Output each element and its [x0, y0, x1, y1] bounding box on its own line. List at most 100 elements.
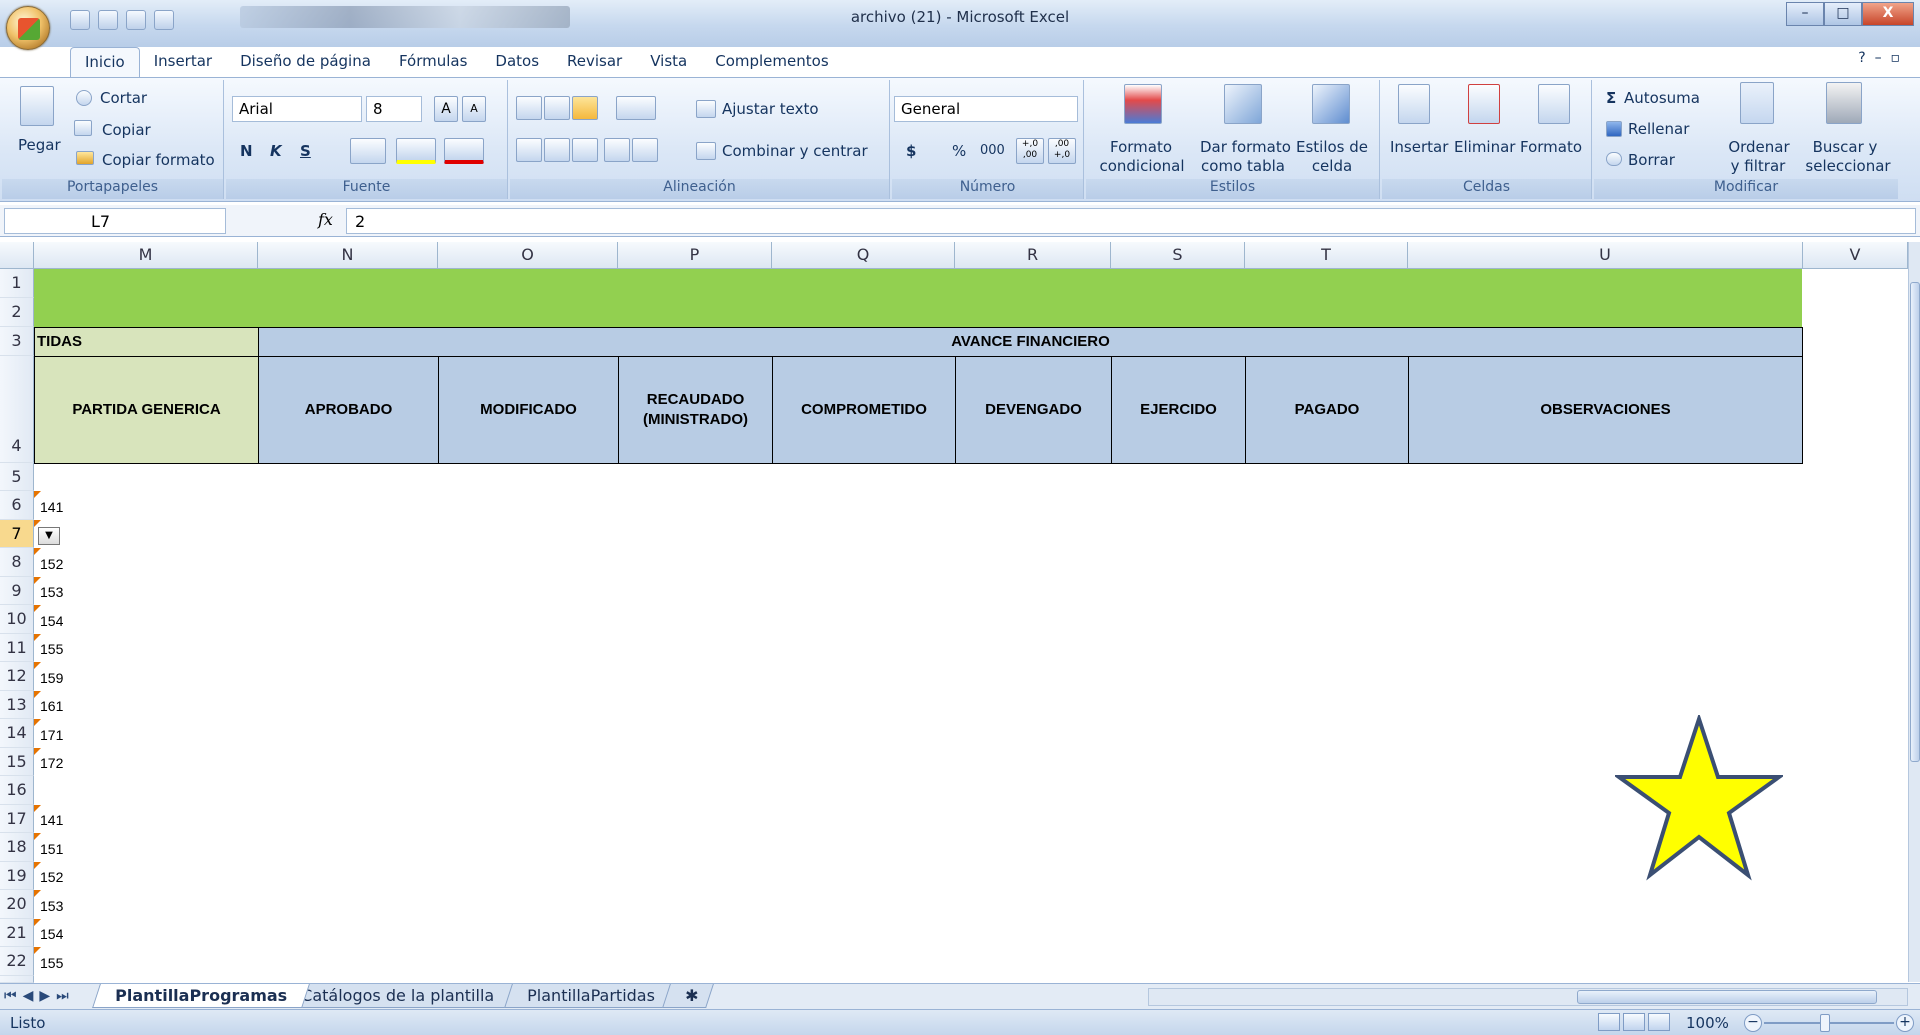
- orientation-icon[interactable]: [616, 96, 656, 120]
- fill-icon[interactable]: [1606, 121, 1622, 137]
- paste-button[interactable]: Pegar: [18, 136, 61, 154]
- borders-icon[interactable]: [350, 138, 386, 164]
- percent-button[interactable]: %: [952, 142, 966, 160]
- cell-value[interactable]: 159: [40, 670, 63, 686]
- row-header[interactable]: 3: [0, 327, 34, 356]
- cell-value[interactable]: 153: [40, 898, 63, 914]
- row-header[interactable]: 8: [0, 548, 34, 577]
- bold-button[interactable]: N: [240, 142, 253, 160]
- sheet-tab-catalogos[interactable]: Catálogos de la plantilla: [278, 984, 517, 1008]
- merge-center-button[interactable]: Combinar y centrar: [722, 142, 868, 160]
- zoom-out-icon[interactable]: −: [1744, 1014, 1762, 1032]
- page-layout-view-icon[interactable]: [1623, 1013, 1645, 1031]
- font-name-select[interactable]: Arial: [232, 96, 362, 122]
- insert-cells-icon[interactable]: [1398, 84, 1430, 124]
- eraser-icon[interactable]: [1606, 152, 1622, 166]
- format-as-table-line1[interactable]: Dar formato: [1200, 138, 1291, 156]
- cell-value[interactable]: 154: [40, 613, 63, 629]
- cell-value[interactable]: 153: [40, 584, 63, 600]
- devengado-header[interactable]: DEVENGADO: [955, 356, 1112, 464]
- format-painter-icon[interactable]: [76, 151, 94, 165]
- sort-filter-line1[interactable]: Ordenar: [1726, 138, 1792, 156]
- column-header-r[interactable]: R: [955, 242, 1111, 269]
- cell-value[interactable]: 152: [40, 869, 63, 885]
- horizontal-scrollbar[interactable]: [1148, 988, 1908, 1006]
- paste-icon[interactable]: [20, 86, 54, 126]
- align-right-icon[interactable]: [572, 138, 598, 162]
- row-header[interactable]: 2: [0, 298, 34, 327]
- insert-sheet-icon[interactable]: ✱: [662, 984, 714, 1008]
- row-header[interactable]: 16: [0, 776, 34, 805]
- copy-icon[interactable]: [74, 120, 92, 136]
- tab-inicio[interactable]: Inicio: [70, 47, 140, 78]
- decrease-decimal-button[interactable]: ,00 +,0: [1048, 138, 1076, 164]
- maximize-button[interactable]: □: [1824, 2, 1862, 26]
- merge-center-icon[interactable]: [696, 142, 716, 160]
- row-header[interactable]: 15: [0, 748, 34, 776]
- italic-button[interactable]: K: [270, 142, 282, 160]
- shrink-font-icon[interactable]: A: [462, 96, 486, 122]
- partidas-header-cell[interactable]: TIDAS: [34, 327, 259, 357]
- cell-value[interactable]: 151: [40, 841, 63, 857]
- vertical-scrollbar[interactable]: [1908, 242, 1920, 982]
- select-all-corner[interactable]: [0, 242, 34, 269]
- cell-styles-line1[interactable]: Estilos de: [1292, 138, 1372, 156]
- row-header[interactable]: 18: [0, 833, 34, 862]
- fill-button[interactable]: Rellenar: [1628, 120, 1689, 138]
- row-header[interactable]: 13: [0, 691, 34, 719]
- cell-value[interactable]: 154: [40, 926, 63, 942]
- page-break-view-icon[interactable]: [1648, 1013, 1670, 1031]
- tab-vista[interactable]: Vista: [636, 47, 701, 77]
- zoom-slider[interactable]: − +: [1744, 1013, 1914, 1033]
- align-bottom-icon[interactable]: [572, 96, 598, 120]
- grow-font-icon[interactable]: A: [434, 96, 458, 122]
- conditional-format-line2[interactable]: condicional: [1096, 157, 1188, 175]
- aprobado-header[interactable]: APROBADO: [258, 356, 439, 464]
- dropdown-arrow-icon[interactable]: ▼: [38, 527, 60, 545]
- cell-value[interactable]: 141: [40, 812, 63, 828]
- column-header-m[interactable]: M: [34, 242, 258, 269]
- row-header[interactable]: 21: [0, 919, 34, 947]
- cell-value[interactable]: 161: [40, 698, 63, 714]
- column-header-n[interactable]: N: [258, 242, 438, 269]
- column-header-v[interactable]: V: [1803, 242, 1908, 269]
- minimize-button[interactable]: –: [1786, 2, 1824, 26]
- cell-value[interactable]: 155: [40, 641, 63, 657]
- copy-button[interactable]: Copiar: [102, 121, 151, 139]
- tab-formulas[interactable]: Fórmulas: [385, 47, 481, 77]
- cell-styles-icon[interactable]: [1312, 84, 1350, 124]
- currency-button[interactable]: $: [906, 142, 916, 160]
- cell-value[interactable]: 152: [40, 556, 63, 572]
- row-header[interactable]: 14: [0, 719, 34, 748]
- cut-button[interactable]: Cortar: [100, 89, 147, 107]
- font-size-select[interactable]: 8: [366, 96, 422, 122]
- row-header-selected[interactable]: 7: [0, 520, 34, 548]
- zoom-slider-thumb[interactable]: [1820, 1014, 1830, 1032]
- find-select-line2[interactable]: seleccionar: [1800, 157, 1896, 175]
- autosum-button[interactable]: Autosuma: [1624, 89, 1700, 107]
- format-cells-button[interactable]: Formato: [1520, 138, 1582, 156]
- avance-financiero-header[interactable]: AVANCE FINANCIERO: [258, 327, 1803, 357]
- fx-icon[interactable]: fx: [318, 210, 333, 229]
- tab-revisar[interactable]: Revisar: [553, 47, 636, 77]
- format-as-table-icon[interactable]: [1224, 84, 1262, 124]
- column-header-s[interactable]: S: [1111, 242, 1245, 269]
- row-header[interactable]: 5: [0, 463, 34, 491]
- row-header[interactable]: 4: [0, 356, 34, 463]
- wrap-text-icon[interactable]: [696, 100, 716, 118]
- sort-filter-icon[interactable]: [1740, 82, 1774, 124]
- underline-button[interactable]: S: [300, 142, 311, 160]
- modificado-header[interactable]: MODIFICADO: [438, 356, 619, 464]
- fill-color-icon[interactable]: [396, 138, 436, 164]
- partida-generica-header[interactable]: PARTIDA GENERICA: [34, 356, 259, 464]
- conditional-format-line1[interactable]: Formato: [1110, 138, 1172, 156]
- tab-insertar[interactable]: Insertar: [140, 47, 226, 77]
- format-as-table-line2[interactable]: como tabla: [1200, 157, 1286, 175]
- find-binoculars-icon[interactable]: [1826, 82, 1862, 124]
- cell-value[interactable]: 141: [40, 499, 63, 515]
- column-header-t[interactable]: T: [1245, 242, 1408, 269]
- cell-styles-line2[interactable]: celda: [1292, 157, 1372, 175]
- insert-cells-button[interactable]: Insertar: [1390, 138, 1448, 156]
- close-button[interactable]: X: [1862, 2, 1914, 26]
- sheet-nav-arrows-icon[interactable]: ⏮◀▶⏭: [4, 988, 75, 1004]
